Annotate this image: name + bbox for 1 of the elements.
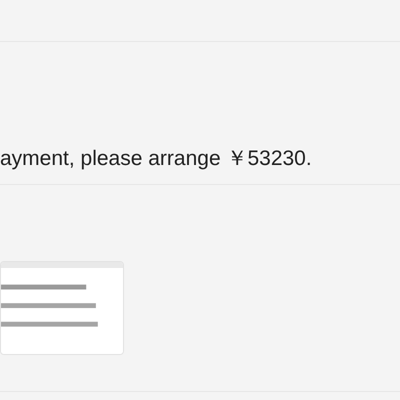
message-text: ayment, please arrange ￥53230. <box>0 146 312 172</box>
